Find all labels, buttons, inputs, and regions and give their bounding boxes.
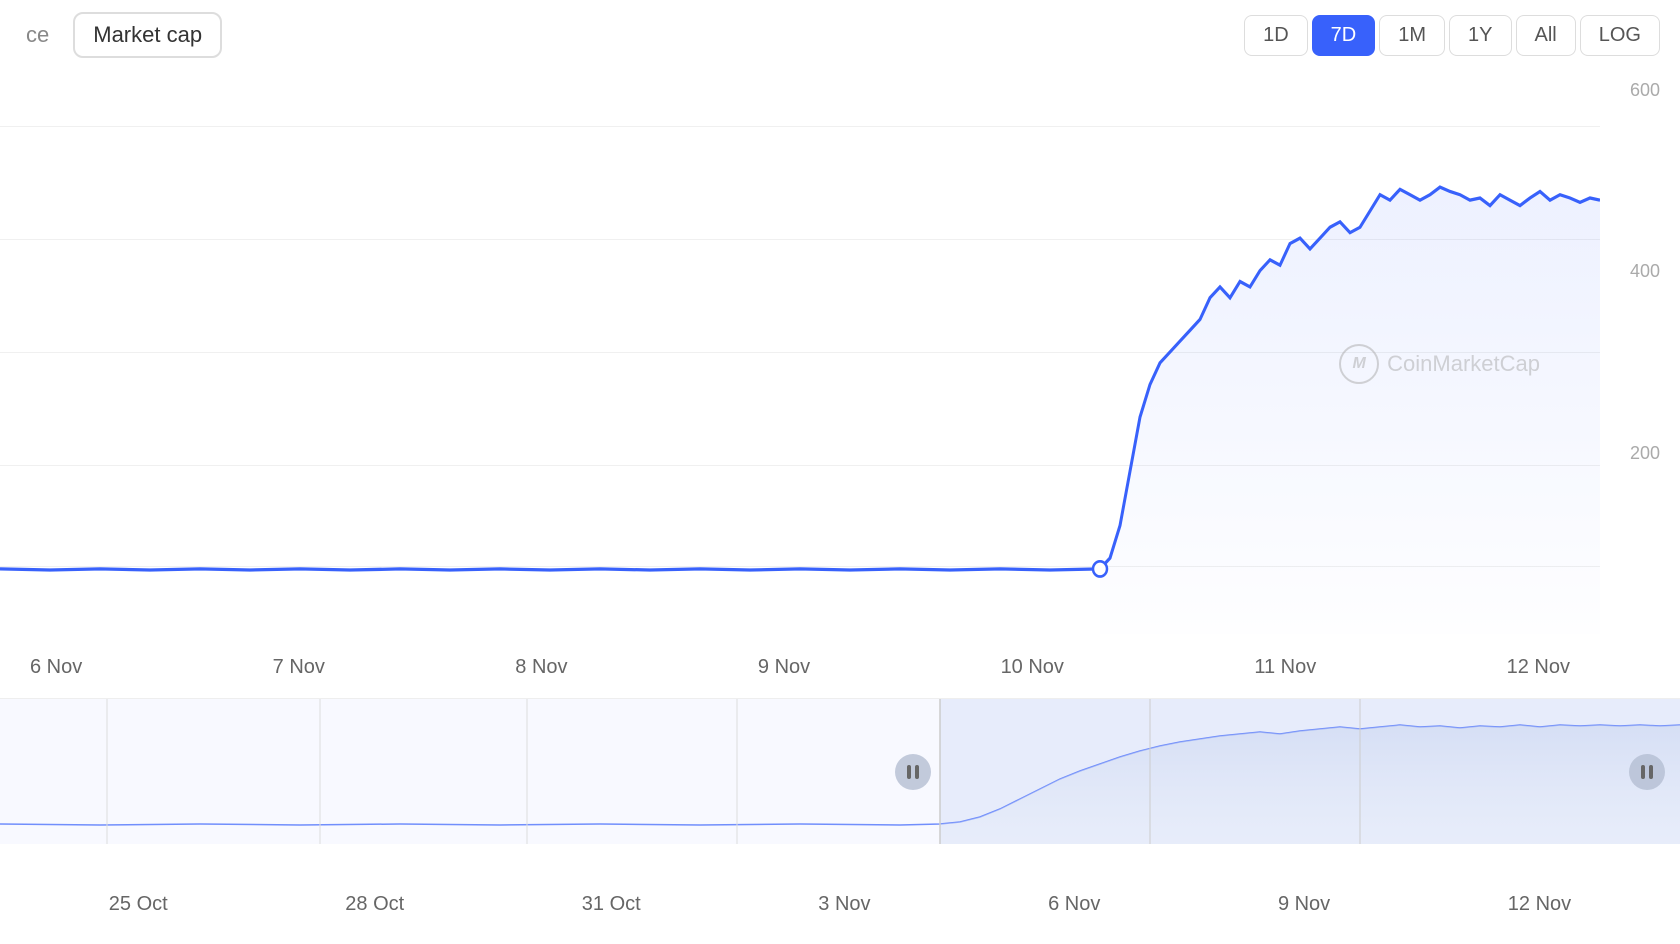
bottom-x-31oct: 31 Oct: [582, 893, 641, 916]
pause-button-left[interactable]: [895, 754, 931, 790]
pause-bar-3: [1641, 765, 1645, 779]
navigator-chart[interactable]: [0, 699, 1680, 844]
main-chart-area: 600 400 200 M CoinMarket: [0, 70, 1680, 634]
pause-bar-4: [1649, 765, 1653, 779]
bottom-x-9nov: 9 Nov: [1278, 893, 1330, 916]
x-label-10nov: 10 Nov: [1001, 656, 1064, 679]
chart-area: [1100, 187, 1600, 634]
y-label-200: 200: [1600, 443, 1660, 464]
toolbar: ce Market cap 1D 7D 1M 1Y All LOG: [0, 0, 1680, 70]
x-axis-main: 6 Nov 7 Nov 8 Nov 9 Nov 10 Nov 11 Nov 12…: [0, 656, 1600, 679]
time-range-buttons: 1D 7D 1M 1Y All LOG: [1244, 15, 1660, 56]
bottom-x-3nov: 3 Nov: [818, 893, 870, 916]
navigator-svg: [0, 699, 1680, 844]
btn-log[interactable]: LOG: [1580, 15, 1660, 56]
pause-bar-1: [907, 765, 911, 779]
x-label-9nov: 9 Nov: [758, 656, 810, 679]
btn-1m[interactable]: 1M: [1379, 15, 1445, 56]
tab-marketcap[interactable]: Market cap: [73, 12, 222, 58]
btn-1y[interactable]: 1Y: [1449, 15, 1511, 56]
tab-group: ce Market cap: [10, 12, 222, 58]
pause-icon-right: [1641, 765, 1653, 779]
x-label-8nov: 8 Nov: [515, 656, 567, 679]
bottom-x-28oct: 28 Oct: [345, 893, 404, 916]
x-label-7nov: 7 Nov: [273, 656, 325, 679]
tab-price[interactable]: ce: [10, 14, 65, 56]
bottom-x-axis: 25 Oct 28 Oct 31 Oct 3 Nov 6 Nov 9 Nov 1…: [0, 893, 1680, 916]
btn-1d[interactable]: 1D: [1244, 15, 1308, 56]
breakout-dot: [1093, 561, 1107, 576]
pause-bar-2: [915, 765, 919, 779]
btn-7d[interactable]: 7D: [1312, 15, 1376, 56]
bottom-x-25oct: 25 Oct: [109, 893, 168, 916]
x-label-12nov: 12 Nov: [1507, 656, 1570, 679]
watermark-logo: M: [1339, 344, 1379, 384]
x-label-11nov: 11 Nov: [1254, 656, 1316, 679]
y-axis: 600 400 200: [1600, 70, 1660, 634]
y-label-400: 400: [1600, 261, 1660, 282]
btn-all[interactable]: All: [1516, 15, 1576, 56]
pause-icon-left: [907, 765, 919, 779]
x-label-6nov: 6 Nov: [30, 656, 82, 679]
pause-button-right[interactable]: [1629, 754, 1665, 790]
bottom-x-12nov: 12 Nov: [1508, 893, 1571, 916]
y-label-600: 600: [1600, 80, 1660, 101]
watermark: M CoinMarketCap: [1339, 344, 1540, 384]
watermark-text: CoinMarketCap: [1387, 351, 1540, 377]
watermark-icon: M: [1352, 355, 1365, 373]
bottom-x-6nov: 6 Nov: [1048, 893, 1100, 916]
